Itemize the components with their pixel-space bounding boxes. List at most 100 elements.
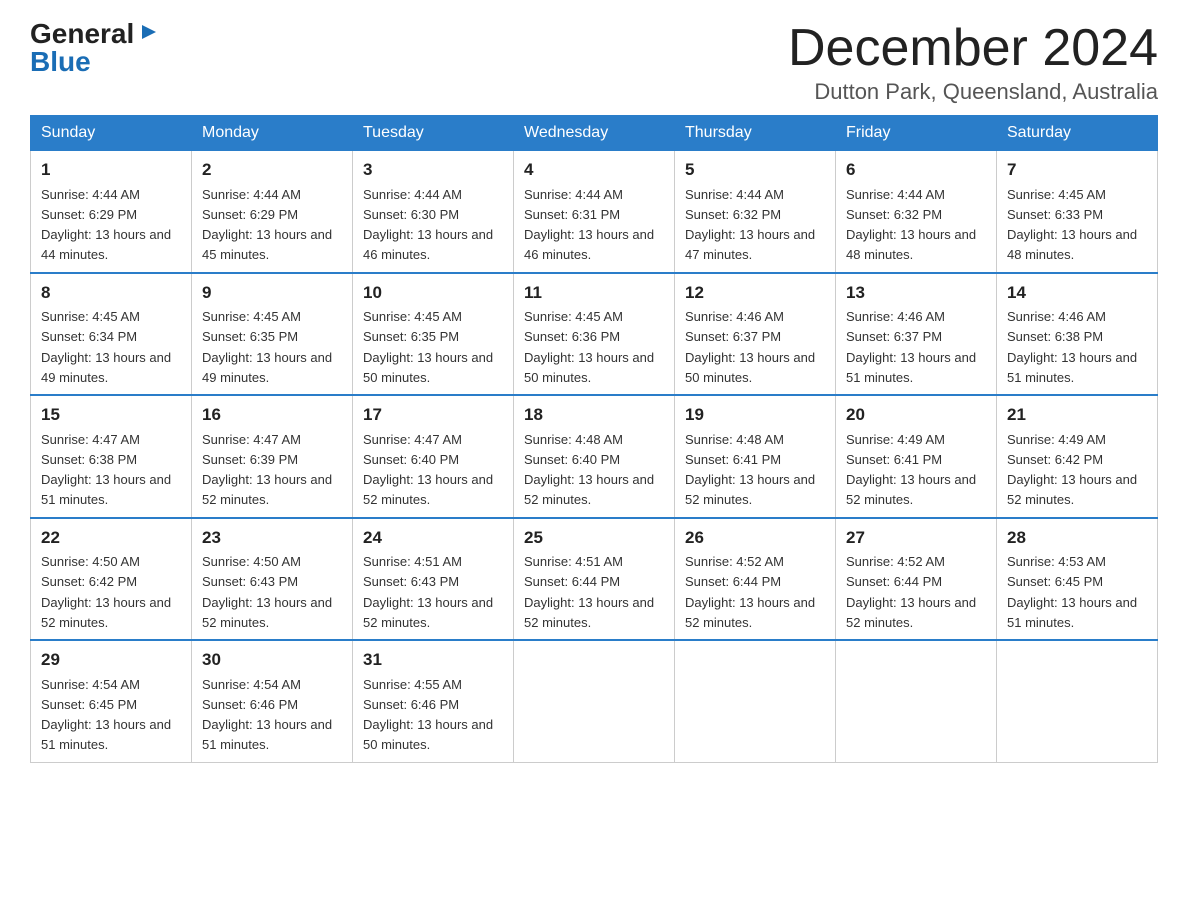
calendar-cell: 31 Sunrise: 4:55 AMSunset: 6:46 PMDaylig… (353, 640, 514, 762)
calendar-header-wednesday: Wednesday (514, 116, 675, 151)
day-number: 28 (1007, 525, 1147, 551)
calendar-cell: 2 Sunrise: 4:44 AMSunset: 6:29 PMDayligh… (192, 151, 353, 273)
day-number: 16 (202, 402, 342, 428)
day-info: Sunrise: 4:46 AMSunset: 6:37 PMDaylight:… (846, 309, 976, 385)
day-number: 9 (202, 280, 342, 306)
calendar-cell: 22 Sunrise: 4:50 AMSunset: 6:42 PMDaylig… (31, 518, 192, 641)
day-info: Sunrise: 4:45 AMSunset: 6:36 PMDaylight:… (524, 309, 654, 385)
calendar-cell: 3 Sunrise: 4:44 AMSunset: 6:30 PMDayligh… (353, 151, 514, 273)
day-number: 30 (202, 647, 342, 673)
calendar-cell: 30 Sunrise: 4:54 AMSunset: 6:46 PMDaylig… (192, 640, 353, 762)
day-number: 14 (1007, 280, 1147, 306)
calendar-cell: 10 Sunrise: 4:45 AMSunset: 6:35 PMDaylig… (353, 273, 514, 396)
day-info: Sunrise: 4:50 AMSunset: 6:42 PMDaylight:… (41, 554, 171, 630)
calendar-cell: 18 Sunrise: 4:48 AMSunset: 6:40 PMDaylig… (514, 395, 675, 518)
calendar-cell (514, 640, 675, 762)
calendar-cell: 1 Sunrise: 4:44 AMSunset: 6:29 PMDayligh… (31, 151, 192, 273)
day-number: 12 (685, 280, 825, 306)
day-number: 19 (685, 402, 825, 428)
day-info: Sunrise: 4:45 AMSunset: 6:35 PMDaylight:… (202, 309, 332, 385)
day-info: Sunrise: 4:45 AMSunset: 6:35 PMDaylight:… (363, 309, 493, 385)
day-info: Sunrise: 4:47 AMSunset: 6:40 PMDaylight:… (363, 432, 493, 508)
calendar-header-tuesday: Tuesday (353, 116, 514, 151)
day-number: 24 (363, 525, 503, 551)
day-info: Sunrise: 4:47 AMSunset: 6:38 PMDaylight:… (41, 432, 171, 508)
day-info: Sunrise: 4:49 AMSunset: 6:42 PMDaylight:… (1007, 432, 1137, 508)
day-info: Sunrise: 4:55 AMSunset: 6:46 PMDaylight:… (363, 677, 493, 753)
day-info: Sunrise: 4:46 AMSunset: 6:37 PMDaylight:… (685, 309, 815, 385)
calendar-header-monday: Monday (192, 116, 353, 151)
calendar-cell: 12 Sunrise: 4:46 AMSunset: 6:37 PMDaylig… (675, 273, 836, 396)
day-number: 13 (846, 280, 986, 306)
calendar-week-row: 8 Sunrise: 4:45 AMSunset: 6:34 PMDayligh… (31, 273, 1158, 396)
calendar-cell: 7 Sunrise: 4:45 AMSunset: 6:33 PMDayligh… (997, 151, 1158, 273)
calendar-cell: 24 Sunrise: 4:51 AMSunset: 6:43 PMDaylig… (353, 518, 514, 641)
day-info: Sunrise: 4:44 AMSunset: 6:32 PMDaylight:… (846, 187, 976, 263)
day-info: Sunrise: 4:46 AMSunset: 6:38 PMDaylight:… (1007, 309, 1137, 385)
day-info: Sunrise: 4:51 AMSunset: 6:43 PMDaylight:… (363, 554, 493, 630)
day-number: 23 (202, 525, 342, 551)
day-number: 15 (41, 402, 181, 428)
calendar-header-thursday: Thursday (675, 116, 836, 151)
day-number: 25 (524, 525, 664, 551)
calendar-cell: 13 Sunrise: 4:46 AMSunset: 6:37 PMDaylig… (836, 273, 997, 396)
day-info: Sunrise: 4:48 AMSunset: 6:41 PMDaylight:… (685, 432, 815, 508)
month-title: December 2024 (788, 20, 1158, 77)
day-info: Sunrise: 4:44 AMSunset: 6:32 PMDaylight:… (685, 187, 815, 263)
calendar-week-row: 15 Sunrise: 4:47 AMSunset: 6:38 PMDaylig… (31, 395, 1158, 518)
day-info: Sunrise: 4:47 AMSunset: 6:39 PMDaylight:… (202, 432, 332, 508)
calendar-cell (836, 640, 997, 762)
calendar-cell: 9 Sunrise: 4:45 AMSunset: 6:35 PMDayligh… (192, 273, 353, 396)
calendar-cell: 28 Sunrise: 4:53 AMSunset: 6:45 PMDaylig… (997, 518, 1158, 641)
logo-general-text: General (30, 20, 134, 48)
day-info: Sunrise: 4:44 AMSunset: 6:29 PMDaylight:… (41, 187, 171, 263)
day-info: Sunrise: 4:44 AMSunset: 6:30 PMDaylight:… (363, 187, 493, 263)
day-number: 7 (1007, 157, 1147, 183)
day-info: Sunrise: 4:51 AMSunset: 6:44 PMDaylight:… (524, 554, 654, 630)
calendar-header-friday: Friday (836, 116, 997, 151)
day-info: Sunrise: 4:48 AMSunset: 6:40 PMDaylight:… (524, 432, 654, 508)
day-number: 1 (41, 157, 181, 183)
calendar-cell: 21 Sunrise: 4:49 AMSunset: 6:42 PMDaylig… (997, 395, 1158, 518)
calendar-cell: 17 Sunrise: 4:47 AMSunset: 6:40 PMDaylig… (353, 395, 514, 518)
day-info: Sunrise: 4:54 AMSunset: 6:46 PMDaylight:… (202, 677, 332, 753)
calendar-cell: 23 Sunrise: 4:50 AMSunset: 6:43 PMDaylig… (192, 518, 353, 641)
calendar-cell: 14 Sunrise: 4:46 AMSunset: 6:38 PMDaylig… (997, 273, 1158, 396)
logo-triangle-icon (138, 21, 160, 43)
logo-blue-text: Blue (30, 48, 91, 76)
day-number: 17 (363, 402, 503, 428)
day-number: 29 (41, 647, 181, 673)
calendar-cell: 27 Sunrise: 4:52 AMSunset: 6:44 PMDaylig… (836, 518, 997, 641)
calendar-header-saturday: Saturday (997, 116, 1158, 151)
calendar-cell: 16 Sunrise: 4:47 AMSunset: 6:39 PMDaylig… (192, 395, 353, 518)
day-info: Sunrise: 4:45 AMSunset: 6:34 PMDaylight:… (41, 309, 171, 385)
day-number: 18 (524, 402, 664, 428)
day-number: 27 (846, 525, 986, 551)
day-info: Sunrise: 4:49 AMSunset: 6:41 PMDaylight:… (846, 432, 976, 508)
location-subtitle: Dutton Park, Queensland, Australia (788, 79, 1158, 105)
calendar-cell: 25 Sunrise: 4:51 AMSunset: 6:44 PMDaylig… (514, 518, 675, 641)
day-info: Sunrise: 4:52 AMSunset: 6:44 PMDaylight:… (685, 554, 815, 630)
calendar-table: SundayMondayTuesdayWednesdayThursdayFrid… (30, 115, 1158, 763)
calendar-cell: 6 Sunrise: 4:44 AMSunset: 6:32 PMDayligh… (836, 151, 997, 273)
day-info: Sunrise: 4:44 AMSunset: 6:31 PMDaylight:… (524, 187, 654, 263)
day-number: 22 (41, 525, 181, 551)
day-info: Sunrise: 4:53 AMSunset: 6:45 PMDaylight:… (1007, 554, 1137, 630)
calendar-cell: 26 Sunrise: 4:52 AMSunset: 6:44 PMDaylig… (675, 518, 836, 641)
day-info: Sunrise: 4:50 AMSunset: 6:43 PMDaylight:… (202, 554, 332, 630)
calendar-cell: 15 Sunrise: 4:47 AMSunset: 6:38 PMDaylig… (31, 395, 192, 518)
calendar-header-row: SundayMondayTuesdayWednesdayThursdayFrid… (31, 116, 1158, 151)
calendar-cell: 5 Sunrise: 4:44 AMSunset: 6:32 PMDayligh… (675, 151, 836, 273)
title-block: December 2024 Dutton Park, Queensland, A… (788, 20, 1158, 105)
day-info: Sunrise: 4:44 AMSunset: 6:29 PMDaylight:… (202, 187, 332, 263)
day-number: 4 (524, 157, 664, 183)
calendar-cell: 20 Sunrise: 4:49 AMSunset: 6:41 PMDaylig… (836, 395, 997, 518)
calendar-week-row: 29 Sunrise: 4:54 AMSunset: 6:45 PMDaylig… (31, 640, 1158, 762)
calendar-cell: 8 Sunrise: 4:45 AMSunset: 6:34 PMDayligh… (31, 273, 192, 396)
calendar-cell (675, 640, 836, 762)
day-number: 8 (41, 280, 181, 306)
day-number: 10 (363, 280, 503, 306)
day-info: Sunrise: 4:45 AMSunset: 6:33 PMDaylight:… (1007, 187, 1137, 263)
day-number: 20 (846, 402, 986, 428)
calendar-week-row: 1 Sunrise: 4:44 AMSunset: 6:29 PMDayligh… (31, 151, 1158, 273)
